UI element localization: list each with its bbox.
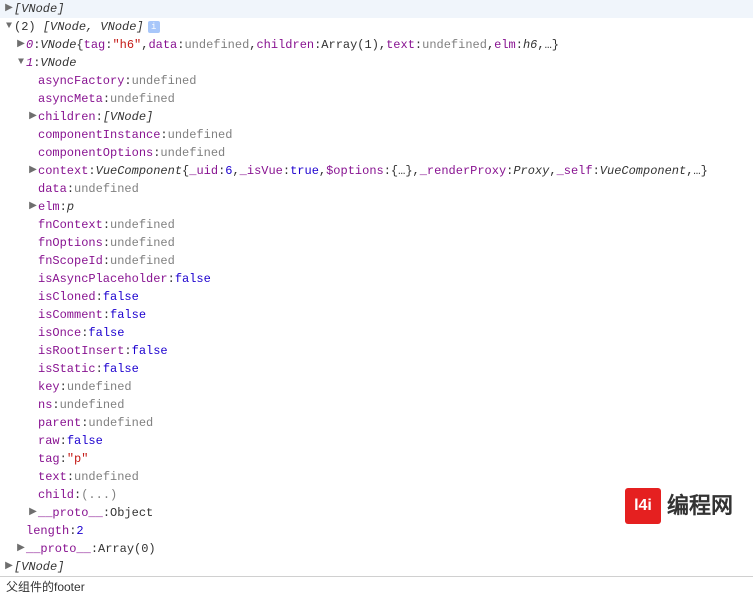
site-logo: l4i 编程网 bbox=[625, 488, 733, 524]
collapsed-vnode-2[interactable]: ▶ [VNode] bbox=[0, 558, 753, 576]
expand-arrow-icon[interactable]: ▶ bbox=[16, 37, 26, 53]
expand-arrow-icon[interactable]: ▶ bbox=[28, 505, 38, 521]
vnode-type: VNode bbox=[40, 55, 76, 71]
expand-arrow-icon[interactable]: ▶ bbox=[28, 109, 38, 125]
prop-isOnce[interactable]: isOnce: false bbox=[0, 324, 753, 342]
collapse-arrow-icon[interactable]: ▼ bbox=[16, 55, 26, 71]
expand-arrow-icon[interactable]: ▶ bbox=[28, 199, 38, 215]
prop-data[interactable]: data: undefined bbox=[0, 180, 753, 198]
prop-raw[interactable]: raw: false bbox=[0, 432, 753, 450]
prop-componentInstance[interactable]: componentInstance: undefined bbox=[0, 126, 753, 144]
collapsed-vnode-0[interactable]: ▶ [VNode] bbox=[0, 0, 753, 18]
prop-fnContext[interactable]: fnContext: undefined bbox=[0, 216, 753, 234]
prop-proto-array[interactable]: ▶__proto__: Array(0) bbox=[0, 540, 753, 558]
info-badge-icon[interactable]: i bbox=[148, 21, 160, 33]
expand-arrow-icon[interactable]: ▶ bbox=[4, 559, 14, 575]
collapse-arrow-icon[interactable]: ▼ bbox=[4, 19, 14, 35]
footer-text: 父组件的footer bbox=[0, 577, 753, 597]
prop-isAsyncPlaceholder[interactable]: isAsyncPlaceholder: false bbox=[0, 270, 753, 288]
prop-key[interactable]: key: undefined bbox=[0, 378, 753, 396]
prop-parent[interactable]: parent: undefined bbox=[0, 414, 753, 432]
prop-fnOptions[interactable]: fnOptions: undefined bbox=[0, 234, 753, 252]
vnode-label: [VNode] bbox=[14, 1, 64, 17]
expanded-array-header[interactable]: ▼ (2) [VNode, VNode] i bbox=[0, 18, 753, 36]
prop-asyncFactory[interactable]: asyncFactory: undefined bbox=[0, 72, 753, 90]
prop-componentOptions[interactable]: componentOptions: undefined bbox=[0, 144, 753, 162]
prop-text[interactable]: text: undefined bbox=[0, 468, 753, 486]
index-key: 1 bbox=[26, 55, 33, 71]
prop-ns[interactable]: ns: undefined bbox=[0, 396, 753, 414]
array-length: (2) bbox=[14, 19, 36, 35]
prop-isCloned[interactable]: isCloned: false bbox=[0, 288, 753, 306]
logo-text: 编程网 bbox=[667, 498, 733, 514]
prop-fnScopeId[interactable]: fnScopeId: undefined bbox=[0, 252, 753, 270]
prop-context[interactable]: ▶ context: VueComponent { _uid: 6, _isVu… bbox=[0, 162, 753, 180]
array-item-1[interactable]: ▼ 1: VNode bbox=[0, 54, 753, 72]
expand-arrow-icon[interactable]: ▶ bbox=[4, 1, 14, 17]
prop-elm[interactable]: ▶elm: p bbox=[0, 198, 753, 216]
vnode-type: VNode bbox=[40, 37, 76, 53]
vnode-label: [VNode] bbox=[14, 559, 64, 575]
prop-isRootInsert[interactable]: isRootInsert: false bbox=[0, 342, 753, 360]
prop-children[interactable]: ▶children: [VNode] bbox=[0, 108, 753, 126]
logo-icon: l4i bbox=[625, 488, 661, 524]
expand-arrow-icon[interactable]: ▶ bbox=[16, 541, 26, 557]
prop-tag[interactable]: tag: "p" bbox=[0, 450, 753, 468]
prop-isComment[interactable]: isComment: false bbox=[0, 306, 753, 324]
prop-asyncMeta[interactable]: asyncMeta: undefined bbox=[0, 90, 753, 108]
array-label: [VNode, VNode] bbox=[43, 19, 144, 35]
prop-length[interactable]: length: 2 bbox=[0, 522, 753, 540]
array-item-0[interactable]: ▶ 0: VNode { tag: "h6", data: undefined,… bbox=[0, 36, 753, 54]
index-key: 0 bbox=[26, 37, 33, 53]
expand-arrow-icon[interactable]: ▶ bbox=[28, 163, 38, 179]
prop-isStatic[interactable]: isStatic: false bbox=[0, 360, 753, 378]
